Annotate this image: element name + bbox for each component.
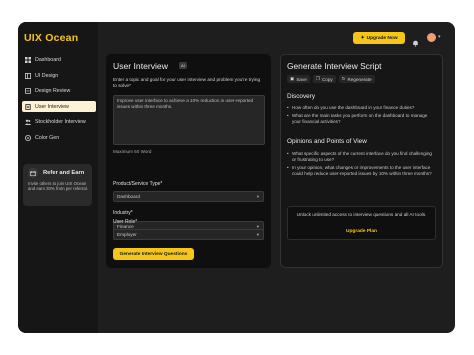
refer-title: Refer and Earn xyxy=(43,170,85,176)
opinions-list: What specific aspects of the current int… xyxy=(287,151,437,179)
sidebar-item-label: User Interview xyxy=(35,103,69,110)
product-type-value: Dashboard xyxy=(117,194,140,199)
copy-label: Copy xyxy=(321,76,333,82)
topic-textarea[interactable]: Improve user interface to achieve a 10% … xyxy=(113,95,265,145)
list-item: How often do you use the dashboard in yo… xyxy=(287,105,437,111)
save-icon: ▣ xyxy=(290,76,295,81)
upgrade-now-label: Upgrade Now xyxy=(366,35,398,41)
people-icon xyxy=(25,119,31,125)
sidebar: UIX Ocean Dashboard UI Design Design Rev… xyxy=(18,22,98,333)
product-type-select[interactable]: Dashboard ▾ xyxy=(113,191,264,202)
max-word-hint: Maximum 50 Word xyxy=(113,149,152,154)
sidebar-item-ui-design[interactable]: UI Design xyxy=(22,70,96,81)
upgrade-plan-card: Unlock unlimited access to interview que… xyxy=(287,206,436,240)
list-item: What are the main tasks you perform on t… xyxy=(287,113,437,125)
chevron-down-icon[interactable]: ▾ xyxy=(438,34,441,40)
app-logo: UIX Ocean xyxy=(24,32,79,44)
section-title-opinions: Opinions and Points of View xyxy=(287,138,367,145)
palette-icon xyxy=(25,134,31,141)
script-actions: ▣ Save ❐ Copy ↻ Regenerate xyxy=(287,75,378,83)
chevron-down-icon: ▾ xyxy=(256,194,259,199)
interview-script-panel: Generate Interview Script ▣ Save ❐ Copy … xyxy=(280,54,443,268)
user-role-value: Employer xyxy=(117,232,137,237)
sidebar-item-dashboard[interactable]: Dashboard xyxy=(22,55,96,66)
sidebar-item-label: Stockholder Interview xyxy=(35,119,86,125)
save-label: Save xyxy=(296,76,307,82)
section-title-discovery: Discovery xyxy=(287,93,316,100)
list-item: In your opinion, what changes or improve… xyxy=(287,165,437,177)
sidebar-item-stockholder-interview[interactable]: Stockholder Interview xyxy=(22,117,96,128)
grid-icon xyxy=(25,57,31,63)
page-title: User Interview xyxy=(113,61,168,71)
document-icon xyxy=(25,103,31,110)
regenerate-button[interactable]: ↻ Regenerate xyxy=(338,75,375,83)
product-type-label: Product/Service Type* xyxy=(113,181,163,187)
generate-questions-button[interactable]: Generate Interview Questions xyxy=(113,248,194,260)
script-title: Generate Interview Script xyxy=(287,61,382,71)
sidebar-item-label: UI Design xyxy=(35,72,59,79)
refer-description: Invite others to join UIX Ocean and earn… xyxy=(28,181,88,192)
save-button[interactable]: ▣ Save xyxy=(287,75,310,83)
layout-icon xyxy=(25,72,31,79)
copy-button[interactable]: ❐ Copy xyxy=(312,75,336,83)
topic-prompt-label: Enter a topic and goal for your user int… xyxy=(113,77,261,88)
user-role-label: User Role* xyxy=(113,219,138,225)
sidebar-item-design-review[interactable]: Design Review xyxy=(22,86,96,97)
app-window: UIX Ocean Dashboard UI Design Design Rev… xyxy=(18,22,455,333)
bell-icon[interactable] xyxy=(412,34,419,47)
upgrade-plan-link[interactable]: Upgrade Plan xyxy=(288,229,435,234)
avatar[interactable] xyxy=(427,33,436,42)
copy-icon: ❐ xyxy=(315,76,320,81)
gift-icon xyxy=(28,168,38,178)
user-role-select[interactable]: Employer ▾ xyxy=(113,229,264,240)
regenerate-label: Regenerate xyxy=(347,76,372,82)
industry-label: Industry* xyxy=(113,210,133,216)
review-icon xyxy=(25,88,31,94)
sidebar-item-label: Color Gen xyxy=(35,134,60,141)
sidebar-item-user-interview[interactable]: User Interview xyxy=(22,101,96,112)
list-item: What specific aspects of the current int… xyxy=(287,151,437,163)
ai-badge: AI xyxy=(179,62,187,69)
upgrade-plan-text: Unlock unlimited access to interview que… xyxy=(296,212,427,217)
sidebar-item-label: Dashboard xyxy=(35,57,61,63)
upgrade-now-button[interactable]: ✦ Upgrade Now xyxy=(353,32,405,44)
sidebar-nav: Dashboard UI Design Design Review User I… xyxy=(18,50,98,148)
sparkle-icon: ✦ xyxy=(360,35,365,41)
refresh-icon: ↻ xyxy=(341,76,346,81)
sidebar-item-label: Design Review xyxy=(35,88,71,94)
chevron-down-icon: ▾ xyxy=(256,232,259,237)
refer-card[interactable]: Refer and Earn Invite others to join UIX… xyxy=(23,164,92,206)
discovery-list: How often do you use the dashboard in yo… xyxy=(287,105,437,127)
sidebar-item-color-gen[interactable]: Color Gen xyxy=(22,132,96,143)
